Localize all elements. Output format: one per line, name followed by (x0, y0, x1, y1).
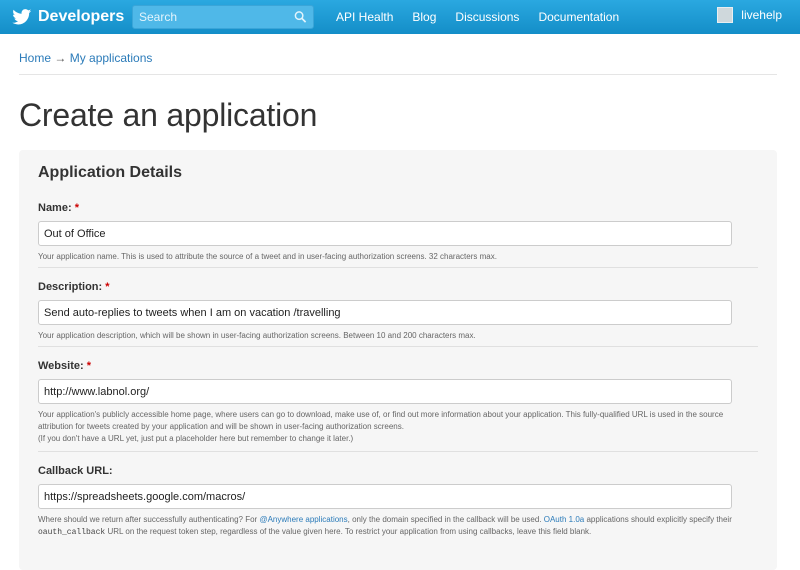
description-help: Your application description, which will… (38, 331, 476, 340)
nav-discussions[interactable]: Discussions (455, 10, 519, 24)
search-input[interactable] (139, 10, 294, 24)
user-name: livehelp (741, 8, 782, 22)
user-menu[interactable]: livehelp (717, 7, 782, 23)
divider (38, 451, 758, 452)
breadcrumb-arrow: → (54, 51, 67, 65)
breadcrumb: Home → My applications (19, 51, 777, 75)
callback-label: Callback URL: (38, 465, 113, 477)
top-bar: Developers API Health Blog Discussions D… (0, 0, 800, 34)
description-field-group: Description: * Your application descript… (38, 281, 758, 342)
name-input[interactable] (38, 221, 732, 246)
search-box[interactable] (132, 5, 314, 29)
breadcrumb-my-applications[interactable]: My applications (70, 51, 153, 65)
anywhere-applications-link[interactable]: @Anywhere applications (259, 515, 347, 524)
brand[interactable]: Developers (12, 8, 130, 26)
oauth-callback-code: oauth_callback (38, 528, 106, 537)
name-help: Your application name. This is used to a… (38, 252, 497, 261)
brand-label: Developers (38, 8, 125, 25)
breadcrumb-home[interactable]: Home (19, 51, 51, 65)
name-field-group: Name: * Your application name. This is u… (38, 202, 758, 263)
panel-title: Application Details (38, 164, 183, 181)
required-mark: * (105, 281, 110, 293)
nav-api-health[interactable]: API Health (336, 10, 393, 24)
website-field-group: Website: * Your application's publicly a… (38, 360, 758, 445)
name-label: Name: * (38, 202, 79, 214)
website-help: Your application's publicly accessible h… (38, 410, 724, 443)
nav-blog[interactable]: Blog (412, 10, 436, 24)
callback-field-group: Callback URL: Where should we return aft… (38, 465, 758, 539)
description-input[interactable] (38, 300, 732, 325)
required-mark: * (86, 360, 91, 372)
nav-documentation[interactable]: Documentation (538, 10, 619, 24)
application-details-panel: Application Details Name: * Your applica… (19, 150, 777, 570)
main-nav: API Health Blog Discussions Documentatio… (336, 10, 638, 24)
oauth-link[interactable]: OAuth 1.0a (544, 515, 584, 524)
divider (38, 346, 758, 347)
twitter-bird-icon (12, 9, 32, 25)
page-title: Create an application (19, 97, 318, 133)
website-label: Website: * (38, 360, 91, 372)
required-mark: * (74, 202, 79, 214)
callback-url-input[interactable] (38, 484, 732, 509)
description-label: Description: * (38, 281, 110, 293)
avatar (717, 7, 734, 23)
website-input[interactable] (38, 379, 732, 404)
search-icon[interactable] (294, 10, 307, 24)
divider (38, 267, 758, 268)
callback-help: Where should we return after successfull… (38, 515, 732, 537)
